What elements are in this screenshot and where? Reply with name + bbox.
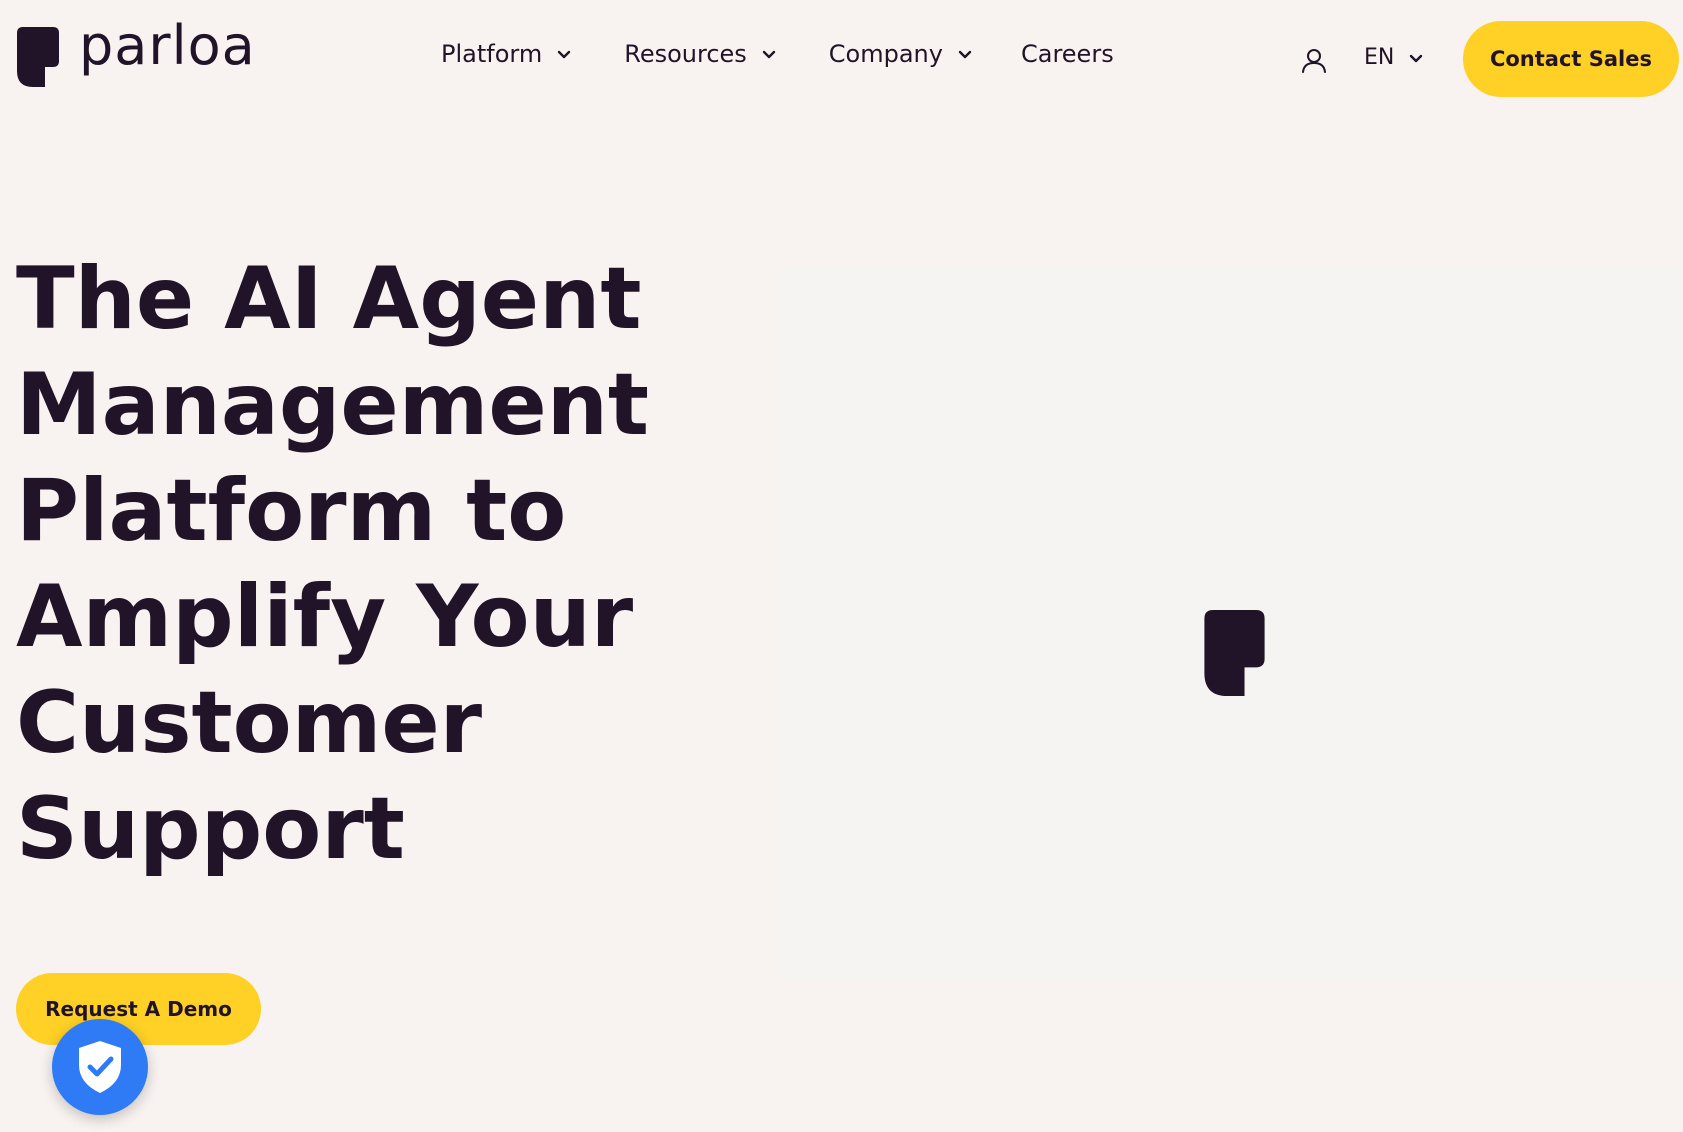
- nav-careers-label: Careers: [1020, 40, 1114, 68]
- nav-company-label: Company: [828, 40, 943, 68]
- site-header: parloa Platform Resources Company Career…: [0, 0, 1683, 120]
- shield-check-icon: [79, 1041, 121, 1093]
- language-selector[interactable]: EN: [1364, 45, 1424, 70]
- chevron-down-icon: [1410, 54, 1423, 62]
- nav-resources-label: Resources: [624, 40, 747, 68]
- nav-resources[interactable]: Resources: [624, 40, 777, 68]
- chevron-down-icon: [958, 50, 972, 59]
- chevron-down-icon: [762, 50, 775, 59]
- nav-careers[interactable]: Careers: [1021, 40, 1114, 68]
- nav-company[interactable]: Company: [829, 40, 973, 68]
- user-icon[interactable]: [1301, 47, 1327, 73]
- chevron-down-icon: [558, 50, 571, 59]
- privacy-badge[interactable]: [52, 1019, 148, 1115]
- main-nav: Platform Resources Company Careers: [441, 40, 1166, 68]
- contact-sales-button[interactable]: Contact Sales: [1463, 21, 1679, 97]
- request-demo-button[interactable]: Request A Demo: [16, 973, 261, 1045]
- parloa-logo[interactable]: parloa: [17, 19, 256, 87]
- nav-platform[interactable]: Platform: [441, 40, 572, 68]
- parloa-mark-icon: [1204, 610, 1265, 696]
- logo-wordmark: parloa: [79, 14, 256, 77]
- hero-headline: The AI Agent Management Platform to Ampl…: [16, 249, 650, 879]
- language-label: EN: [1364, 45, 1395, 70]
- parloa-mark-icon: [17, 27, 59, 87]
- nav-platform-label: Platform: [441, 40, 543, 68]
